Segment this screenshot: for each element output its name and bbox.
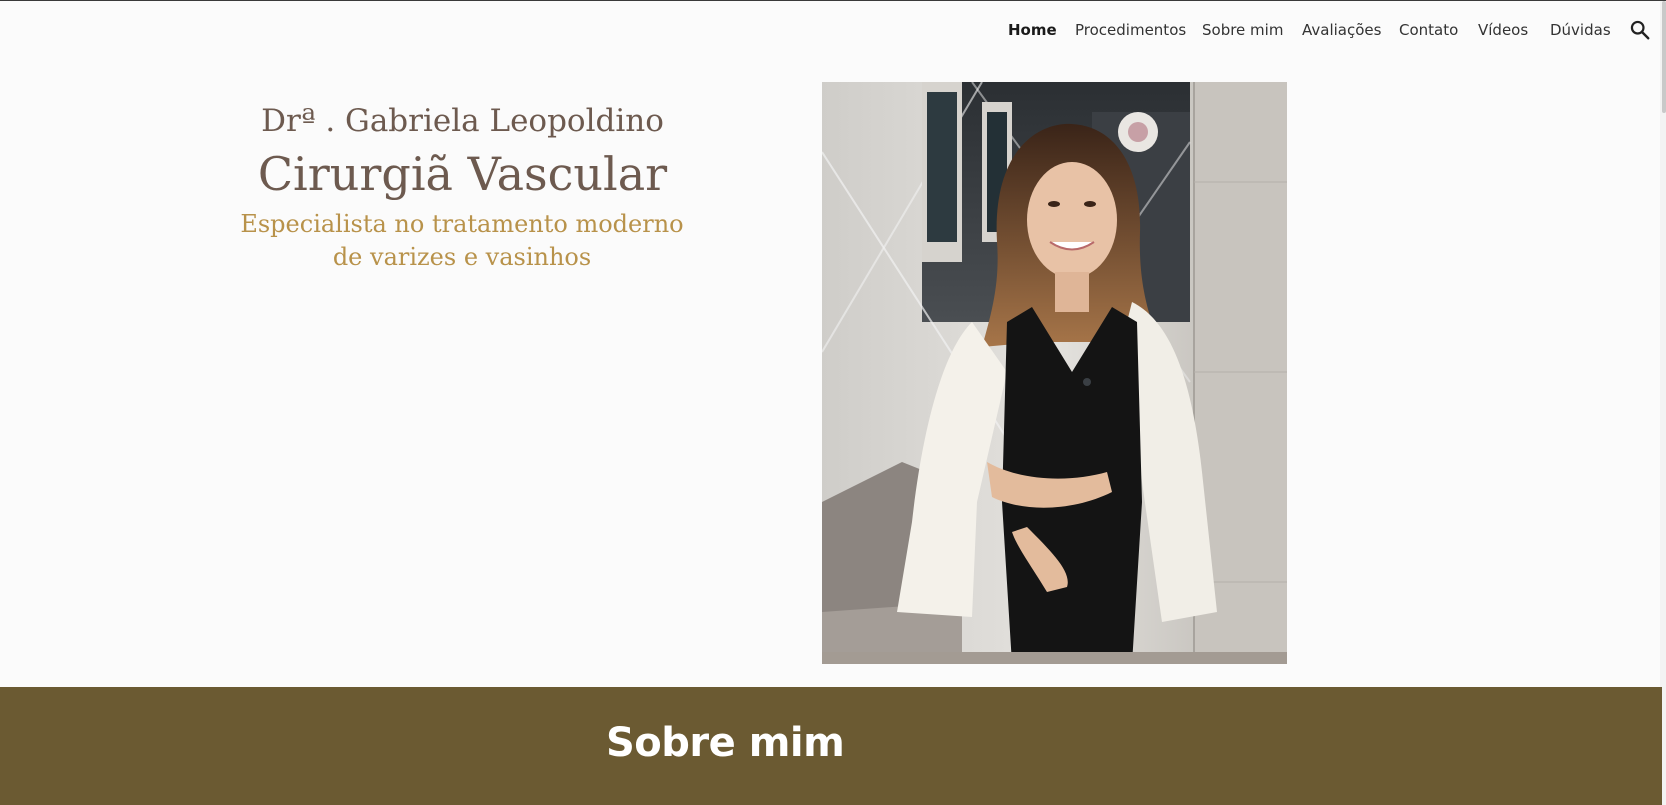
scrollbar-thumb[interactable]: [1662, 1, 1666, 113]
doctor-name: Drª . Gabriela Leopoldino: [261, 103, 664, 139]
tagline-line-1: Especialista no tratamento moderno: [240, 210, 684, 238]
hero-heading: Drª . Gabriela Leopoldino Cirurgiã Vascu…: [210, 1, 715, 301]
search-button[interactable]: [1629, 19, 1653, 43]
page-scrollbar[interactable]: [1660, 1, 1666, 805]
portrait-photo: [822, 82, 1287, 664]
nav-item-duvidas[interactable]: Dúvidas: [1550, 21, 1611, 39]
nav-item-home[interactable]: Home: [1008, 21, 1057, 39]
portrait-illustration: [822, 82, 1287, 664]
tagline-line-2: de varizes e vasinhos: [332, 243, 592, 271]
nav-item-sobre-mim[interactable]: Sobre mim: [1202, 21, 1283, 39]
specialty-title: Cirurgiã Vascular: [257, 147, 668, 201]
page: Home Procedimentos Sobre mim Avaliações …: [0, 0, 1666, 805]
tagline: Especialista no tratamento moderno de va…: [232, 208, 692, 274]
nav-item-avaliacoes[interactable]: Avaliações: [1302, 21, 1381, 39]
nav-item-contato[interactable]: Contato: [1399, 21, 1458, 39]
search-icon: [1630, 20, 1650, 40]
nav-item-procedimentos[interactable]: Procedimentos: [1075, 21, 1186, 39]
about-title: Sobre mim: [606, 720, 845, 766]
nav-item-videos[interactable]: Vídeos: [1478, 21, 1528, 39]
